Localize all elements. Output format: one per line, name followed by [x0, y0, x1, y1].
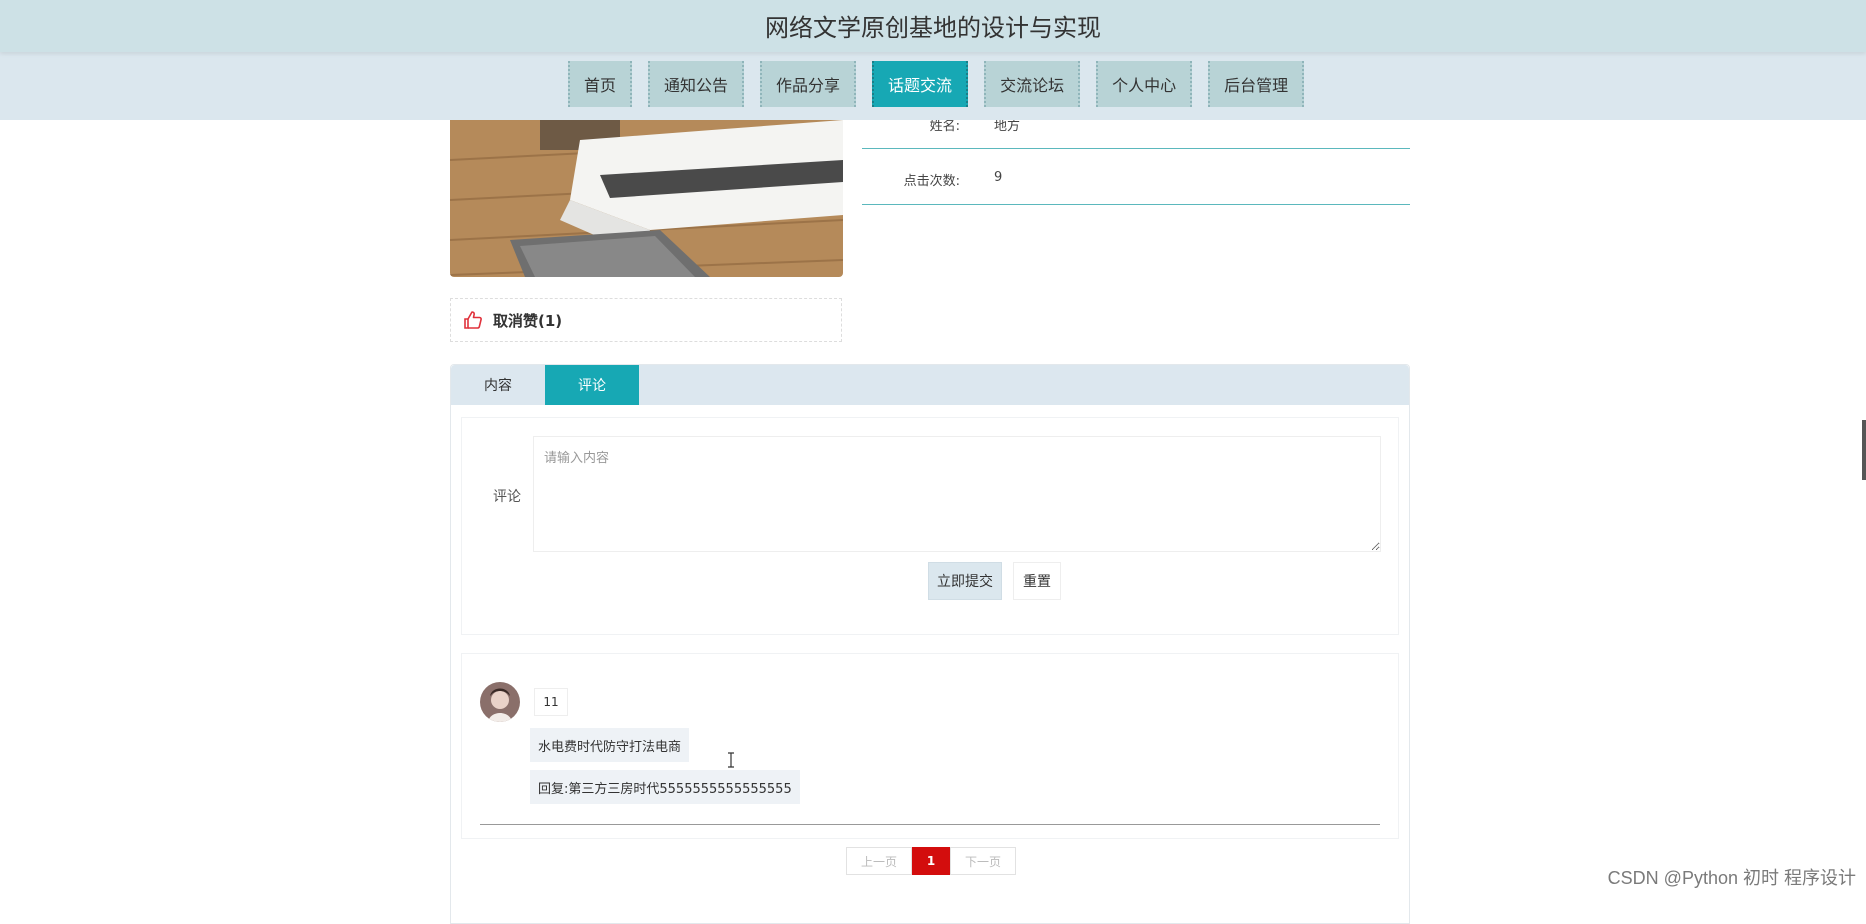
- title-bar: 网络文学原创基地的设计与实现: [0, 0, 1866, 52]
- unlike-label: 取消赞(1): [493, 311, 563, 330]
- reset-button[interactable]: 重置: [1013, 562, 1061, 600]
- nav-item-notices[interactable]: 通知公告: [648, 61, 745, 107]
- clicks-label: 点击次数:: [903, 174, 960, 189]
- avatar: [480, 682, 520, 722]
- comment-text: 水电费时代防守打法电商: [530, 728, 690, 762]
- clicks-value: 9: [994, 170, 1003, 185]
- tab-comments[interactable]: 评论: [545, 365, 639, 405]
- nav-item-topics[interactable]: 话题交流: [872, 61, 969, 107]
- thumbs-up-icon: [464, 311, 482, 329]
- nav-item-admin[interactable]: 后台管理: [1208, 61, 1305, 107]
- nav-item-profile[interactable]: 个人中心: [1096, 61, 1193, 107]
- current-page[interactable]: 1: [912, 847, 950, 875]
- comment-field-label: 评论: [493, 489, 521, 505]
- topic-image: [450, 120, 843, 277]
- comment-input[interactable]: [533, 436, 1381, 552]
- comment-reply: 回复:第三方三房时代5555555555555555: [530, 770, 800, 804]
- site-title: 网络文学原创基地的设计与实现: [765, 14, 1101, 42]
- pagination: 上一页 1 下一页: [846, 847, 1016, 875]
- watermark: CSDN @Python 初时 程序设计: [1607, 868, 1856, 888]
- detail-row-clicks: 点击次数: 9: [862, 150, 1410, 205]
- scrollbar[interactable]: [1862, 420, 1866, 480]
- nav-item-forum[interactable]: 交流论坛: [984, 61, 1081, 107]
- nav-item-home[interactable]: 首页: [568, 61, 633, 107]
- next-page-button[interactable]: 下一页: [950, 847, 1016, 875]
- tab-bar: 内容 评论: [451, 365, 1409, 405]
- topic-image-illustration: [450, 120, 843, 277]
- avatar-image: [480, 682, 520, 722]
- tab-content[interactable]: 内容: [451, 365, 545, 405]
- nav-bar: 首页 通知公告 作品分享 话题交流 交流论坛 个人中心 后台管理: [0, 52, 1866, 120]
- prev-page-button[interactable]: 上一页: [846, 847, 912, 875]
- nav-item-works[interactable]: 作品分享: [760, 61, 857, 107]
- content-panel: 内容 评论 评论 立即提交 重置 11 水电费时代防守打法电商 回复:第三方三房…: [450, 364, 1410, 924]
- text-cursor-icon: [728, 752, 734, 768]
- comment-item: 11 水电费时代防守打法电商 回复:第三方三房时代555555555555555…: [480, 662, 1380, 825]
- comment-user: 11: [534, 688, 568, 716]
- comment-form: 评论 立即提交 重置: [461, 417, 1399, 635]
- comment-list: 11 水电费时代防守打法电商 回复:第三方三房时代555555555555555…: [461, 653, 1399, 839]
- submit-button[interactable]: 立即提交: [928, 562, 1002, 600]
- main-nav: 首页 通知公告 作品分享 话题交流 交流论坛 个人中心 后台管理: [568, 61, 1305, 107]
- unlike-button[interactable]: 取消赞(1): [450, 298, 842, 342]
